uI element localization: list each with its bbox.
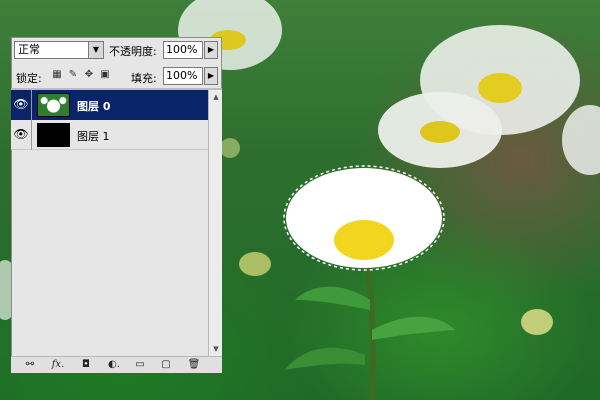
layers-options-bar: 正常 ▼ 不透明度: 100% ▶	[11, 37, 222, 67]
lock-icon[interactable]: ▣	[99, 69, 111, 81]
link-icon[interactable]: ⚯	[21, 358, 39, 372]
fill-label: 填充:	[131, 72, 157, 85]
main-daisy	[283, 165, 445, 271]
move-icon[interactable]: ✥	[83, 69, 95, 81]
chevron-down-icon: ▼	[88, 42, 103, 58]
lock-transparent-icon[interactable]: ▦	[51, 69, 63, 81]
layers-scrollbar[interactable]: ▲ ▼	[208, 90, 222, 356]
scroll-up-icon[interactable]: ▲	[210, 91, 222, 103]
folder-icon[interactable]: ▭	[133, 358, 147, 372]
layer-row-0[interactable]: 👁 图层 0	[11, 90, 208, 120]
mask-icon[interactable]: ◘	[79, 358, 93, 372]
fx-icon[interactable]: fx.	[49, 358, 67, 372]
layer-thumbnail	[37, 93, 70, 117]
layer-name: 图层 0	[77, 100, 111, 113]
visibility-divider	[31, 120, 32, 150]
layer-name: 图层 1	[77, 130, 110, 143]
adjustment-icon[interactable]: ◐.	[105, 358, 123, 372]
new-layer-icon[interactable]: ▢	[159, 358, 173, 372]
layer-row-1[interactable]: 👁 图层 1	[11, 120, 208, 150]
layer-thumbnail	[37, 123, 70, 147]
fill-field[interactable]: 100%	[163, 67, 203, 85]
opacity-field[interactable]: 100%	[163, 41, 203, 59]
opacity-slider-button[interactable]: ▶	[204, 41, 218, 59]
opacity-label: 不透明度:	[109, 45, 157, 58]
blend-mode-value: 正常	[18, 43, 40, 56]
trash-icon[interactable]: 🗑	[187, 358, 201, 372]
layers-bottom-toolbar: ⚯ fx. ◘ ◐. ▭ ▢ 🗑	[11, 356, 222, 373]
eye-icon[interactable]: 👁	[13, 126, 29, 142]
lock-label: 锁定:	[16, 72, 42, 85]
blend-mode-select[interactable]: 正常 ▼	[14, 41, 104, 59]
eye-icon[interactable]: 👁	[13, 96, 29, 112]
fill-slider-button[interactable]: ▶	[204, 67, 218, 85]
brush-icon[interactable]: ✎	[67, 69, 79, 81]
visibility-divider	[31, 90, 32, 120]
lock-fill-bar: 锁定: ▦ ✎ ✥ ▣ 填充: 100% ▶	[11, 66, 222, 86]
scroll-down-icon[interactable]: ▼	[210, 343, 222, 355]
